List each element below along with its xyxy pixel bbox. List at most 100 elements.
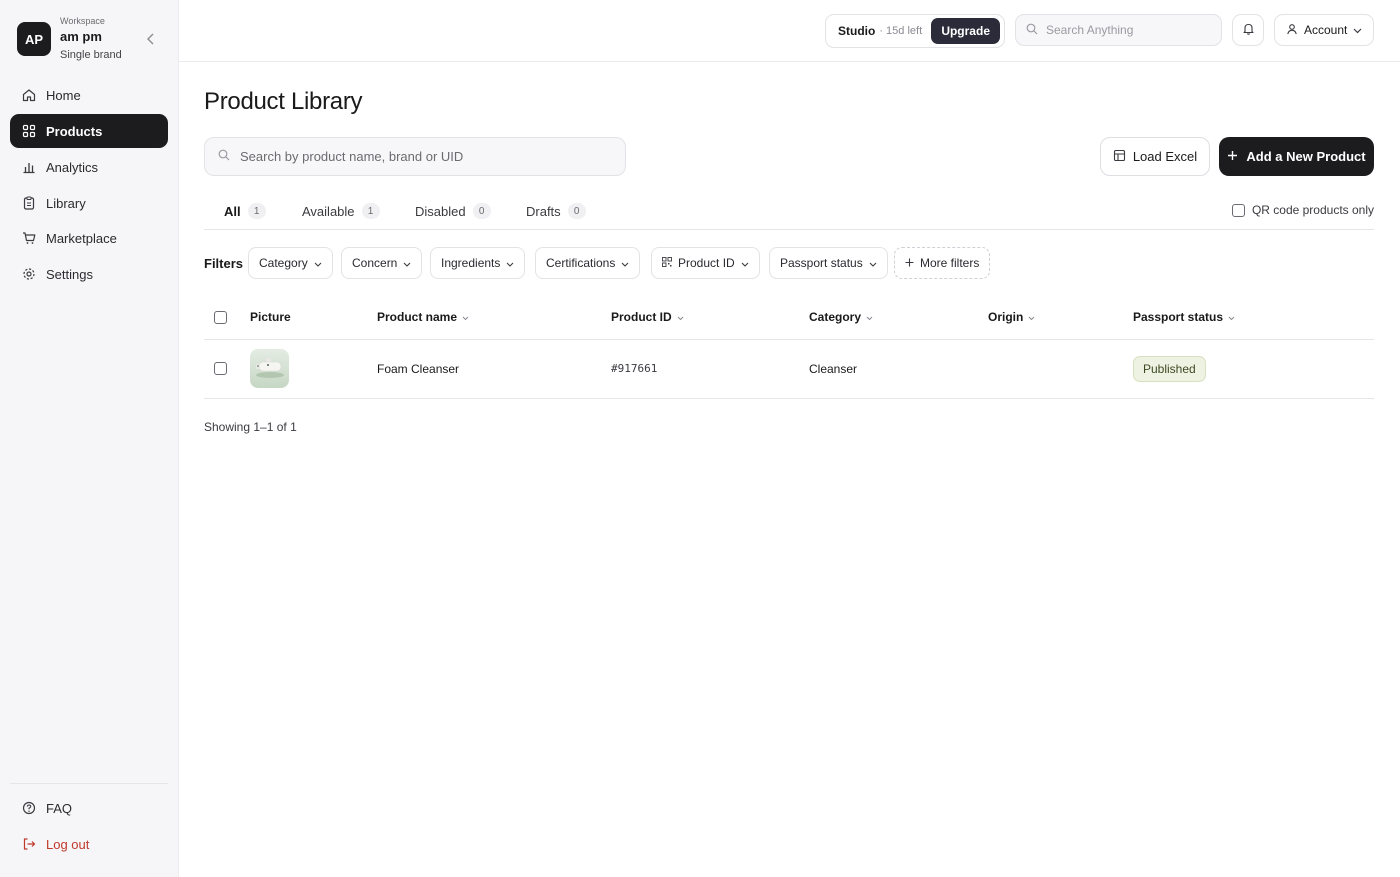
tab-count: 1 [361, 203, 380, 219]
add-product-button[interactable]: Add a New Product [1219, 137, 1374, 176]
clipboard-icon [22, 196, 36, 210]
sidebar-item-library[interactable]: Library [10, 186, 168, 220]
sidebar-item-logout[interactable]: Log out [10, 827, 168, 861]
column-label: Category [809, 310, 862, 324]
table-row[interactable]: Foam Cleanser #917661 Cleanser Published [204, 340, 1374, 399]
column-label: Product name [377, 310, 458, 324]
sidebar-divider [10, 783, 168, 784]
column-origin[interactable]: Origin [988, 310, 1035, 324]
product-search-input[interactable]: Search by product name, brand or UID [204, 137, 626, 176]
filter-passport-status[interactable]: Passport status [769, 247, 888, 279]
plan-status: Studio · 15d left Upgrade [825, 14, 1005, 48]
sort-chevron-icon [1228, 310, 1235, 324]
filters-label: Filters [204, 256, 244, 271]
account-menu[interactable]: Account [1274, 14, 1374, 46]
filter-certifications[interactable]: Certifications [535, 247, 641, 279]
sidebar-item-analytics[interactable]: Analytics [10, 150, 168, 184]
bar-chart-icon [22, 160, 36, 174]
row-checkbox[interactable] [214, 362, 227, 375]
filter-product-id[interactable]: Product ID [651, 247, 760, 279]
qr-code-icon [662, 256, 672, 270]
account-label: Account [1304, 23, 1348, 37]
global-search-input[interactable]: Search Anything [1015, 14, 1222, 46]
cart-icon [22, 231, 36, 245]
sidebar-item-marketplace[interactable]: Marketplace [10, 221, 168, 255]
sidebar-item-home[interactable]: Home [10, 78, 168, 112]
help-circle-icon [22, 801, 36, 815]
select-all-checkbox[interactable] [214, 311, 227, 324]
product-id: #917661 [611, 362, 658, 375]
upgrade-button[interactable]: Upgrade [931, 18, 1000, 44]
product-thumbnail [250, 349, 289, 388]
user-icon [1286, 23, 1298, 38]
tab-count: 0 [567, 203, 586, 219]
grid-icon [22, 124, 36, 138]
tab-available[interactable]: Available 1 [302, 203, 380, 219]
sidebar-item-settings[interactable]: Settings [10, 257, 168, 291]
filter-category[interactable]: Category [248, 247, 333, 279]
column-passport-status[interactable]: Passport status [1133, 310, 1235, 324]
workspace-label: Workspace [60, 16, 105, 26]
tab-all[interactable]: All 1 [224, 203, 266, 219]
chevron-down-icon [314, 256, 322, 270]
qr-only-toggle[interactable]: QR code products only [1231, 203, 1374, 217]
column-label: Picture [250, 310, 291, 324]
filter-label: Concern [352, 256, 398, 270]
workspace-avatar: AP [17, 22, 51, 56]
sidebar-item-label: Settings [46, 266, 93, 282]
column-label: Passport status [1133, 310, 1224, 324]
more-filters-label: More filters [920, 256, 980, 270]
bell-icon [1242, 22, 1255, 38]
sidebar-item-faq[interactable]: FAQ [10, 791, 168, 825]
add-product-label: Add a New Product [1246, 149, 1366, 164]
product-name[interactable]: Foam Cleanser [377, 362, 459, 376]
collapse-sidebar-icon[interactable] [144, 30, 158, 48]
column-category[interactable]: Category [809, 310, 873, 324]
page-title: Product Library [204, 88, 363, 115]
chevron-down-icon [741, 256, 749, 270]
pagination-summary: Showing 1–1 of 1 [204, 420, 297, 434]
filter-label: Ingredients [441, 256, 501, 270]
chevron-down-icon [621, 256, 629, 270]
sidebar-item-label: FAQ [46, 800, 73, 816]
plan-name: Studio [838, 24, 876, 38]
workspace-switcher[interactable]: AP Workspace am pm Single brand [17, 14, 167, 66]
tab-label: Disabled [415, 203, 466, 219]
status-tabs: All 1 Available 1 Disabled 0 Drafts 0 QR… [204, 194, 1374, 230]
chevron-down-icon [506, 256, 514, 270]
tab-drafts[interactable]: Drafts 0 [526, 203, 586, 219]
filter-label: Category [259, 256, 308, 270]
top-bar: Studio · 15d left Upgrade Search Anythin… [179, 0, 1400, 62]
chevron-down-icon [403, 256, 411, 270]
more-filters-button[interactable]: More filters [894, 247, 991, 279]
sort-chevron-icon [1028, 310, 1035, 324]
column-product-id[interactable]: Product ID [611, 310, 684, 324]
chevron-down-icon [869, 256, 877, 270]
filter-ingredients[interactable]: Ingredients [430, 247, 526, 279]
home-icon [22, 88, 36, 102]
plus-icon [905, 256, 914, 270]
tab-disabled[interactable]: Disabled 0 [415, 203, 491, 219]
filter-label: Passport status [780, 256, 863, 270]
workspace-name: am pm [60, 29, 102, 44]
search-icon [218, 149, 230, 164]
product-search-placeholder: Search by product name, brand or UID [240, 149, 464, 164]
table-header: Picture Product name Product ID Category… [204, 300, 1374, 340]
sidebar-item-label: Home [46, 87, 81, 103]
filter-concern[interactable]: Concern [341, 247, 423, 279]
sort-chevron-icon [677, 310, 684, 324]
filter-label: Product ID [678, 256, 735, 270]
qr-only-checkbox[interactable] [1231, 203, 1245, 217]
column-product-name[interactable]: Product name [377, 310, 469, 324]
load-excel-button[interactable]: Load Excel [1100, 137, 1210, 176]
sidebar-item-label: Log out [46, 836, 90, 852]
table-icon [1113, 149, 1126, 165]
global-search-placeholder: Search Anything [1046, 23, 1134, 37]
tab-label: All [224, 203, 241, 219]
sidebar: AP Workspace am pm Single brand Home Pro… [0, 0, 179, 877]
search-icon [1026, 23, 1038, 38]
tab-count: 1 [247, 203, 266, 219]
sidebar-item-products[interactable]: Products [10, 114, 168, 148]
sidebar-item-label: Library [46, 195, 86, 211]
notifications-button[interactable] [1232, 14, 1264, 46]
